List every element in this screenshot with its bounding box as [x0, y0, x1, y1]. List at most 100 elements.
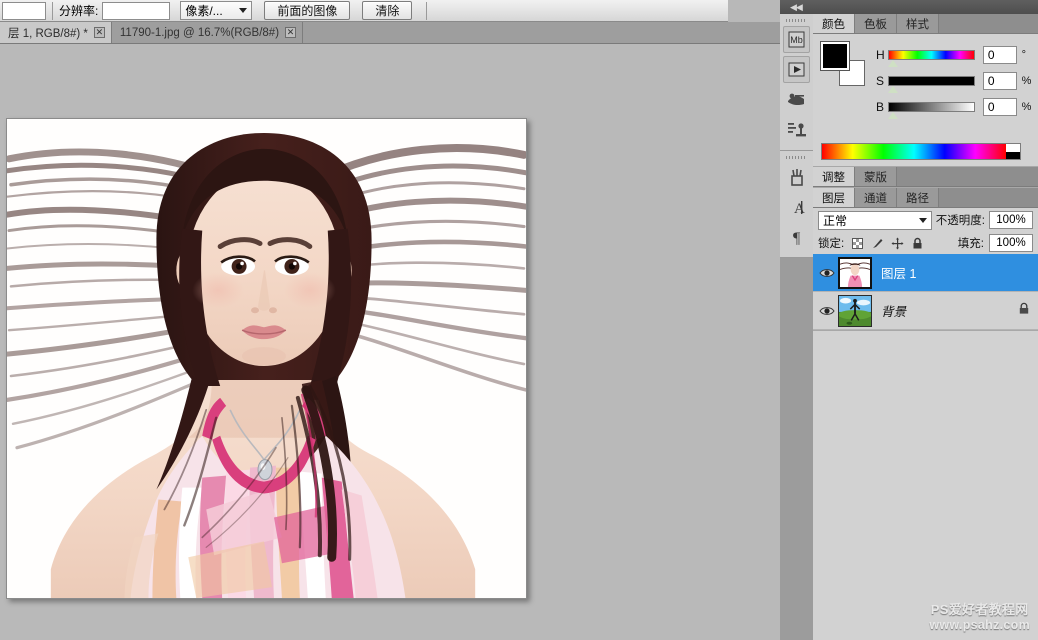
hue-unit: ° — [1021, 49, 1026, 61]
lock-transparency-icon[interactable] — [851, 237, 864, 250]
tab-paths[interactable]: 路径 — [897, 188, 939, 207]
collapse-panels-icon[interactable]: ◀◀ — [790, 2, 803, 13]
adjustments-icon[interactable] — [783, 86, 810, 113]
lock-image-brush-icon[interactable] — [871, 237, 884, 250]
brightness-label: B — [876, 100, 885, 114]
resolution-input[interactable] — [102, 1, 171, 20]
panel-dock: ◀◀ Mb A ¶ 颜色 色板 样式 H 0 ° S 0 % B 0 % 调整 … — [780, 0, 1038, 640]
cropped-option-field[interactable] — [2, 1, 46, 20]
brightness-value[interactable]: 0 — [982, 98, 1017, 116]
spectrum-gradient[interactable] — [822, 144, 1006, 159]
layer-list: 图层 1 背景 — [813, 254, 1038, 330]
tab-layers[interactable]: 图层 — [813, 188, 855, 207]
chevron-down-icon — [239, 8, 248, 13]
table-row[interactable]: 图层 1 — [813, 254, 1038, 292]
foreground-color-swatch[interactable] — [820, 41, 850, 71]
saturation-value[interactable]: 0 — [982, 72, 1017, 90]
color-panel-tabs: 颜色 色板 样式 — [813, 14, 1038, 34]
svg-text:Mb: Mb — [790, 35, 803, 45]
tab-adjustments[interactable]: 调整 — [813, 167, 855, 186]
histogram-icon[interactable] — [783, 116, 810, 143]
rail-grip[interactable] — [780, 17, 813, 23]
rail-grip-2[interactable] — [780, 154, 813, 160]
color-panel-body: H 0 ° S 0 % B 0 % — [813, 34, 1038, 166]
saturation-label: S — [876, 74, 885, 88]
layer-thumbnail[interactable] — [838, 256, 872, 289]
tab-styles[interactable]: 样式 — [897, 14, 939, 33]
paragraph-icon[interactable]: ¶ — [783, 223, 810, 250]
layers-panel-tabs: 图层 通道 路径 — [813, 188, 1038, 208]
chevron-down-icon — [918, 217, 927, 223]
hue-track[interactable] — [888, 50, 975, 60]
hue-slider-thumb[interactable] — [888, 60, 899, 67]
dock-collapse-bar[interactable]: ◀◀ — [780, 0, 1038, 14]
saturation-track-wrap[interactable] — [888, 76, 975, 93]
mini-bridge-icon[interactable]: Mb — [783, 26, 810, 53]
portrait-photo — [7, 119, 526, 598]
document-tab-label: 11790-1.jpg @ 16.7%(RGB/8#) — [119, 26, 280, 39]
front-image-button[interactable]: 前面的图像 — [264, 1, 351, 20]
options-divider-end — [426, 1, 428, 20]
tab-masks[interactable]: 蒙版 — [855, 167, 897, 186]
tab-swatches[interactable]: 色板 — [855, 14, 897, 33]
opacity-label: 不透明度: — [935, 215, 985, 227]
image-canvas[interactable] — [6, 118, 527, 599]
saturation-unit: % — [1021, 75, 1032, 87]
close-icon[interactable]: ✕ — [285, 27, 297, 38]
icon-rail-group-bottom: A ¶ — [780, 151, 813, 258]
table-row[interactable]: 背景 — [813, 292, 1038, 330]
document-tab-11790[interactable]: 11790-1.jpg @ 16.7%(RGB/8#) ✕ — [111, 22, 304, 43]
site-watermark: PS爱好者教程网 www.psahz.com — [929, 602, 1030, 634]
tab-color[interactable]: 颜色 — [813, 14, 855, 33]
layer-visibility-eye-icon[interactable] — [816, 305, 838, 317]
layer-visibility-eye-icon[interactable] — [816, 267, 838, 279]
hue-track-wrap[interactable] — [888, 50, 975, 67]
brightness-slider-thumb[interactable] — [888, 112, 899, 119]
layer-name: 背景 — [881, 305, 907, 319]
saturation-slider-row: S 0 % — [876, 68, 1032, 94]
spectrum-white[interactable] — [1006, 144, 1020, 152]
adjustments-panel-tabs: 调整 蒙版 — [813, 167, 1038, 187]
brush-preset-icon[interactable] — [783, 163, 810, 190]
resolution-unit-select[interactable]: 像素/... — [180, 1, 253, 20]
resolution-unit-value: 像素/... — [185, 4, 223, 18]
photoshop-window: 分辨率: 像素/... 前面的图像 清除 层 1, RGB/8#) * ✕ 11… — [0, 0, 1038, 640]
opacity-value[interactable]: 100% — [989, 211, 1033, 229]
hue-value[interactable]: 0 — [982, 46, 1017, 64]
document-tab-active[interactable]: 层 1, RGB/8#) * ✕ — [0, 22, 112, 43]
face-group — [156, 132, 372, 400]
watermark-line-1: PS爱好者教程网 — [930, 602, 1029, 618]
lock-position-move-icon[interactable] — [891, 237, 904, 250]
tab-channels[interactable]: 通道 — [855, 188, 897, 207]
layer-name: 图层 1 — [881, 267, 917, 281]
clear-button[interactable]: 清除 — [362, 1, 413, 20]
brightness-track[interactable] — [888, 102, 975, 112]
layers-panel-body: 正常 不透明度: 100% 锁定: 填充: 100% 图层 1 背景 — [813, 208, 1038, 330]
character-icon[interactable]: A — [783, 193, 810, 220]
blend-mode-select[interactable]: 正常 — [818, 210, 932, 230]
lock-all-padlock-icon[interactable] — [911, 237, 924, 250]
layer-thumbnail[interactable] — [838, 294, 872, 327]
hue-slider-row: H 0 ° — [876, 42, 1032, 68]
svg-text:¶: ¶ — [793, 230, 801, 247]
saturation-track[interactable] — [888, 76, 975, 86]
brightness-slider-row: B 0 % — [876, 94, 1032, 120]
lock-row: 锁定: 填充: 100% — [813, 232, 1038, 254]
panel-icon-rail: Mb A ¶ — [780, 14, 813, 640]
options-bar: 分辨率: 像素/... 前面的图像 清除 — [0, 0, 728, 22]
spectrum-black[interactable] — [1006, 151, 1020, 159]
color-swatches — [820, 41, 865, 86]
icon-rail-group-top: Mb — [780, 14, 813, 151]
close-icon[interactable]: ✕ — [93, 27, 105, 38]
blend-mode-row: 正常 不透明度: 100% — [813, 208, 1038, 232]
workspace-area[interactable] — [0, 44, 780, 640]
hue-label: H — [876, 48, 885, 62]
color-panel: 颜色 色板 样式 H 0 ° S 0 % B 0 % — [813, 14, 1038, 167]
color-spectrum-ramp[interactable] — [821, 143, 1021, 160]
saturation-slider-thumb[interactable] — [888, 86, 899, 93]
brightness-track-wrap[interactable] — [888, 102, 975, 119]
spectrum-white-black[interactable] — [1006, 144, 1020, 159]
fill-value[interactable]: 100% — [989, 234, 1033, 252]
panel-column: 颜色 色板 样式 H 0 ° S 0 % B 0 % 调整 蒙版 图层 通道 路… — [813, 14, 1038, 640]
mini-player-icon[interactable] — [783, 56, 810, 83]
